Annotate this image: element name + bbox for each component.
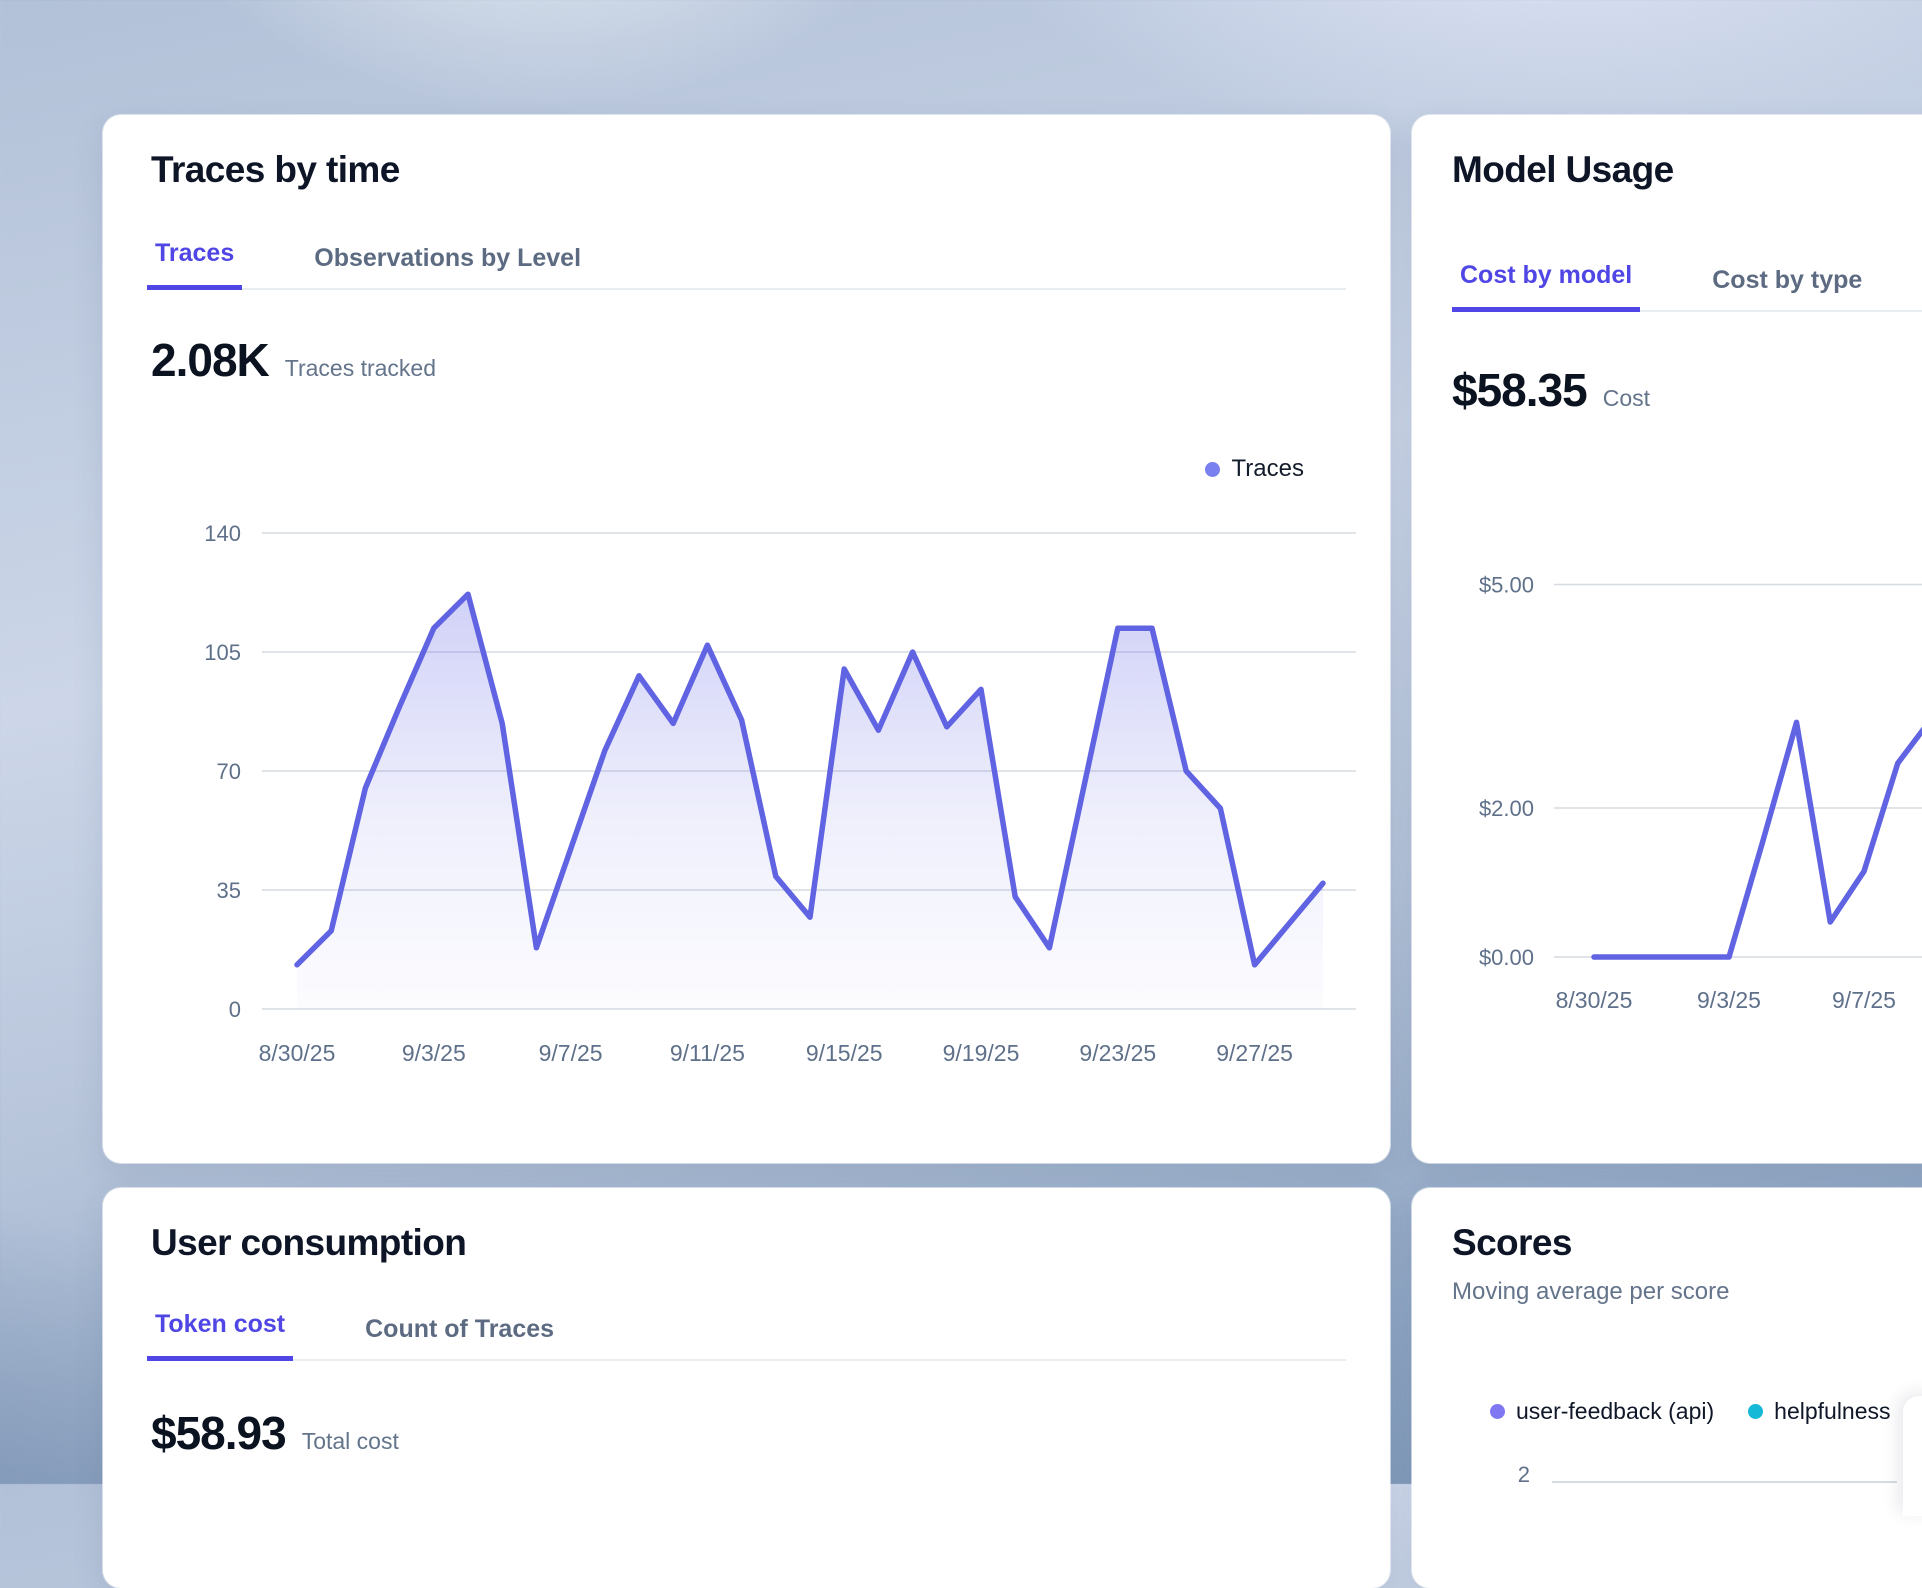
svg-text:9/7/25: 9/7/25 [1832, 987, 1896, 1013]
tab-count-of-traces[interactable]: Count of Traces [357, 1315, 562, 1361]
svg-text:9/23/25: 9/23/25 [1079, 1040, 1156, 1066]
scores-legend: user-feedback (api) helpfulness [1490, 1398, 1891, 1425]
svg-text:8/30/25: 8/30/25 [259, 1040, 336, 1066]
legend-label: user-feedback (api) [1516, 1398, 1714, 1425]
svg-text:70: 70 [217, 759, 241, 784]
svg-text:0: 0 [229, 997, 241, 1022]
svg-text:9/3/25: 9/3/25 [1697, 987, 1761, 1013]
svg-text:9/27/25: 9/27/25 [1216, 1040, 1293, 1066]
legend-dot [1748, 1404, 1763, 1419]
model-usage-line-chart: $0.00 $2.00 $5.00 8/30/25 9/3/25 9/7/25 [1412, 115, 1922, 1163]
svg-text:$2.00: $2.00 [1479, 796, 1534, 821]
svg-text:35: 35 [217, 878, 241, 903]
user-consumption-card: User consumption Token cost Count of Tra… [103, 1188, 1390, 1588]
svg-text:$0.00: $0.00 [1479, 945, 1534, 970]
svg-text:8/30/25: 8/30/25 [1556, 987, 1633, 1013]
svg-text:140: 140 [204, 521, 241, 546]
model-usage-card: Model Usage Cost by model Cost by type $… [1412, 115, 1922, 1163]
tab-token-cost[interactable]: Token cost [147, 1310, 293, 1361]
dashboard-page: { "colors": { "accent": "#4f46e5", "line… [0, 0, 1922, 1484]
legend-item-user-feedback[interactable]: user-feedback (api) [1490, 1398, 1714, 1425]
traces-line-chart: 0 35 70 105 140 8/30/25 9/3/25 9/7/25 9/11/25 9/1… [103, 115, 1390, 1163]
metric-caption: Total cost [302, 1428, 399, 1455]
scores-y-axis-tick: 2 [1452, 1462, 1530, 1488]
traces-by-time-card: Traces by time Traces Observations by Le… [103, 115, 1390, 1163]
card-title: Scores [1452, 1222, 1572, 1264]
metric-value: $58.93 [151, 1406, 286, 1460]
card-subtitle: Moving average per score [1452, 1278, 1729, 1306]
scores-gridline [1552, 1481, 1897, 1483]
legend-item-helpfulness[interactable]: helpfulness [1748, 1398, 1890, 1425]
scores-card: Scores Moving average per score user-fee… [1412, 1188, 1922, 1588]
user-consumption-tabs: Token cost Count of Traces [147, 1310, 1346, 1361]
user-consumption-metric: $58.93 Total cost [151, 1406, 399, 1460]
svg-text:9/15/25: 9/15/25 [806, 1040, 883, 1066]
svg-text:$5.00: $5.00 [1479, 573, 1534, 598]
svg-text:105: 105 [204, 640, 241, 665]
corner-overlay [1903, 1396, 1922, 1516]
legend-label: helpfulness [1774, 1398, 1890, 1425]
svg-text:9/11/25: 9/11/25 [670, 1040, 745, 1066]
svg-text:9/7/25: 9/7/25 [539, 1040, 603, 1066]
card-title: User consumption [151, 1222, 466, 1264]
legend-dot [1490, 1404, 1505, 1419]
svg-text:9/3/25: 9/3/25 [402, 1040, 466, 1066]
svg-text:9/19/25: 9/19/25 [943, 1040, 1020, 1066]
